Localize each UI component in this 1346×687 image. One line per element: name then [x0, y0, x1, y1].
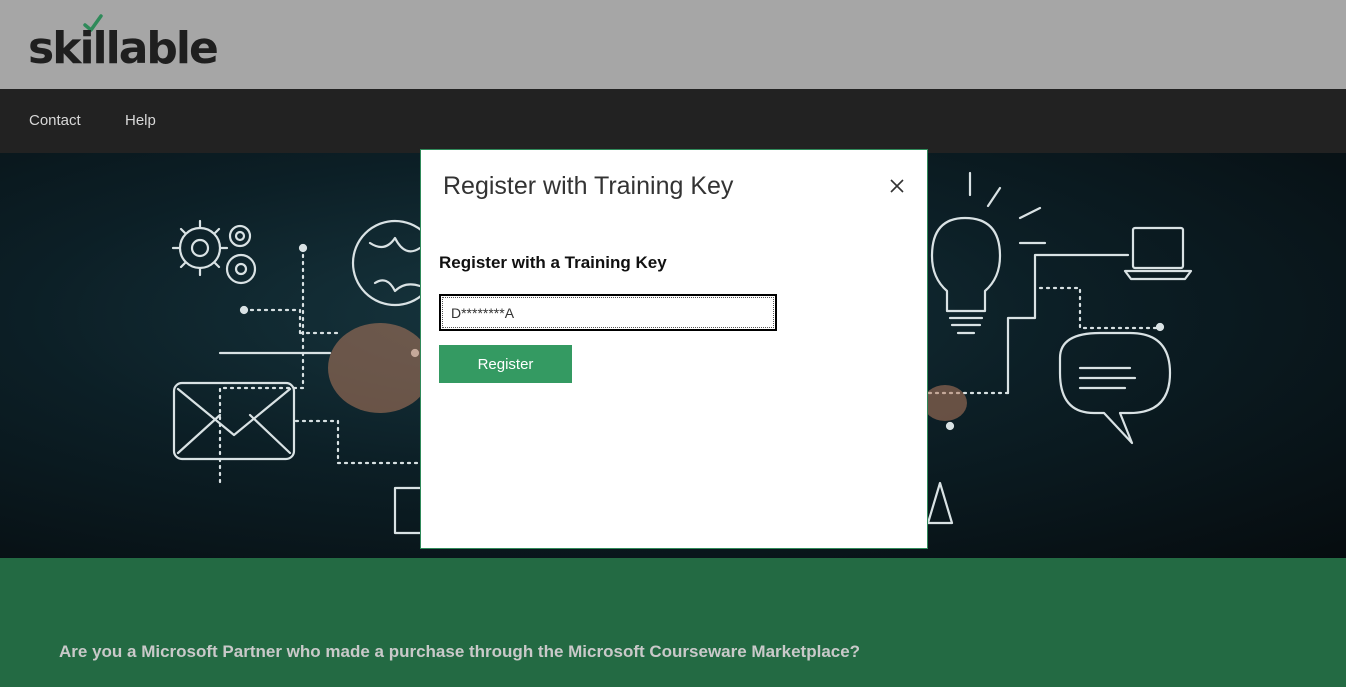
- register-button[interactable]: Register: [439, 345, 572, 383]
- laptop-icon: [1123, 226, 1193, 281]
- register-dialog: Register with Training Key Register with…: [420, 149, 928, 549]
- skillable-logo[interactable]: skillable: [28, 14, 219, 76]
- envelope-icon: [172, 381, 296, 461]
- header-bar: skillable: [0, 0, 1346, 89]
- partner-banner: Are you a Microsoft Partner who made a p…: [0, 558, 1346, 687]
- chat-bubble-icon: [1058, 331, 1172, 445]
- section-heading: Register with a Training Key: [439, 253, 667, 272]
- gears-icon: [171, 219, 257, 285]
- nav-help-link[interactable]: Help: [125, 89, 156, 153]
- partner-question: Are you a Microsoft Partner who made a p…: [59, 642, 861, 661]
- training-key-input[interactable]: [439, 294, 777, 331]
- close-icon[interactable]: [885, 174, 909, 198]
- dialog-title: Register with Training Key: [443, 172, 734, 200]
- lightbulb-icon: [930, 171, 1047, 335]
- logo-text: skillable: [28, 23, 219, 74]
- nav-contact-link[interactable]: Contact: [29, 89, 81, 153]
- nav-bar: Contact Help: [0, 89, 1346, 153]
